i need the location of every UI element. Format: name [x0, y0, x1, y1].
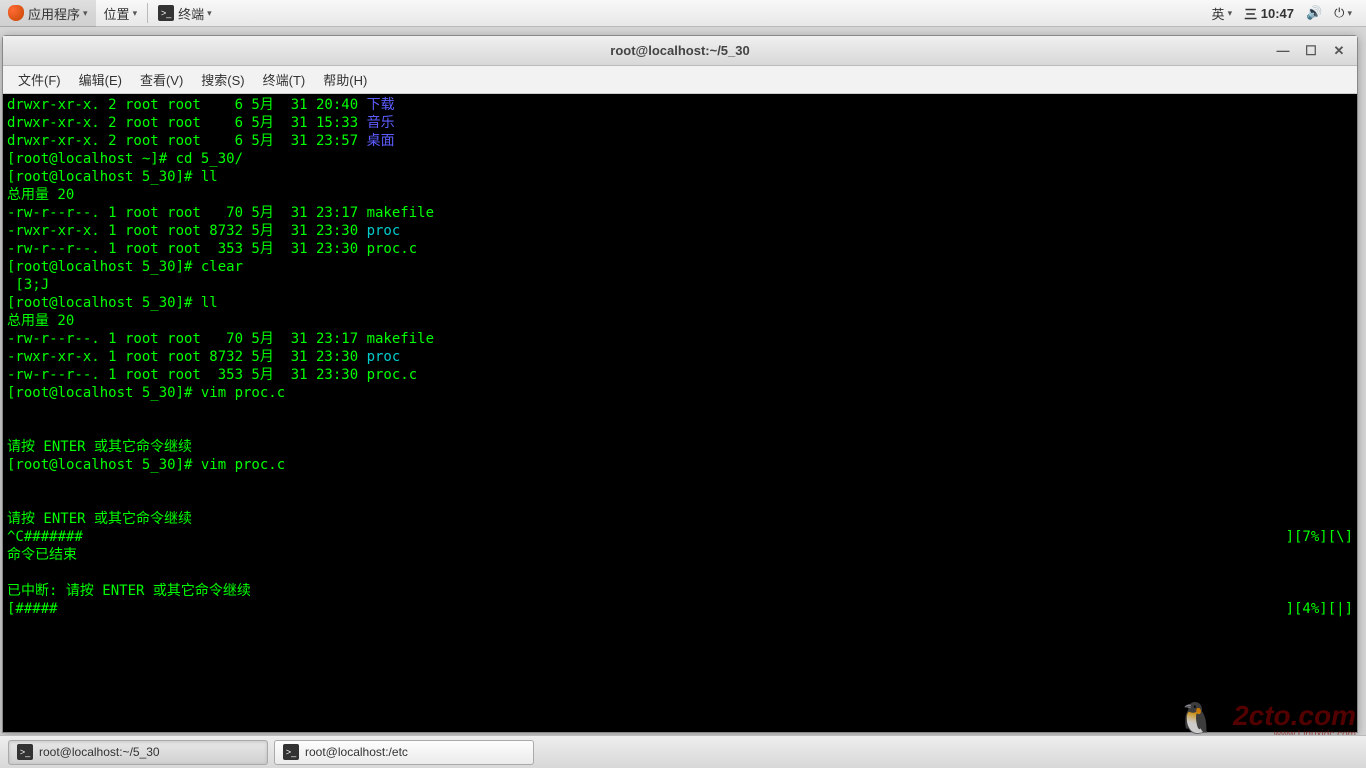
- progress-indicator: ][7%][\]: [1286, 528, 1353, 546]
- top-panel: 应用程序 ▾ 位置 ▾ >_ 终端 ▾ 英 ▾ 三 10:47 🔊 ⏻ ▾: [0, 0, 1366, 27]
- close-button[interactable]: ✕: [1325, 40, 1353, 62]
- panel-right-group: 英 ▾ 三 10:47 🔊 ⏻ ▾: [1206, 0, 1366, 27]
- terminal-line: -rw-r--r--. 1 root root 70 5月 31 23:17 m…: [7, 330, 1353, 348]
- chevron-down-icon: ▾: [133, 8, 138, 19]
- terminal-icon: >_: [283, 744, 299, 760]
- applications-label: 应用程序: [28, 4, 80, 23]
- terminal-launcher[interactable]: >_ 终端 ▾: [150, 0, 220, 27]
- terminal-line: -rw-r--r--. 1 root root 70 5月 31 23:17 m…: [7, 204, 1353, 222]
- menu-view[interactable]: 查看(V): [131, 66, 192, 94]
- chevron-down-icon: ▾: [207, 8, 212, 19]
- minimize-button[interactable]: —: [1269, 40, 1297, 62]
- terminal-line: 已中断: 请按 ENTER 或其它命令继续: [7, 582, 1353, 600]
- chevron-down-icon: ▾: [83, 8, 88, 19]
- window-controls: — ☐ ✕: [1269, 40, 1353, 62]
- terminal-line: drwxr-xr-x. 2 root root 6 5月 31 15:33 音乐: [7, 114, 1353, 132]
- terminal-line: [7, 492, 1353, 510]
- terminal-line: [root@localhost 5_30]# vim proc.c: [7, 456, 1353, 474]
- terminal-line: 总用量 20: [7, 186, 1353, 204]
- menubar: 文件(F) 编辑(E) 查看(V) 搜索(S) 终端(T) 帮助(H): [3, 66, 1357, 94]
- panel-separator: [147, 3, 148, 23]
- power-icon: ⏻: [1334, 5, 1344, 21]
- taskbar: >_ root@localhost:~/5_30 >_ root@localhost:…: [0, 735, 1366, 768]
- volume-icon: 🔊: [1306, 5, 1322, 21]
- terminal-line: ^C#######][7%][\]: [7, 528, 1353, 546]
- menu-search[interactable]: 搜索(S): [192, 66, 253, 94]
- terminal-window: root@localhost:~/5_30 — ☐ ✕ 文件(F) 编辑(E) …: [2, 35, 1358, 733]
- places-label: 位置: [104, 4, 130, 23]
- ime-label: 英: [1212, 4, 1225, 23]
- terminal-line: 总用量 20: [7, 312, 1353, 330]
- maximize-button[interactable]: ☐: [1297, 40, 1325, 62]
- terminal-line: [root@localhost 5_30]# clear: [7, 258, 1353, 276]
- clock[interactable]: 三 10:47: [1238, 0, 1300, 27]
- terminal-line: [3;J: [7, 276, 1353, 294]
- terminal-output[interactable]: drwxr-xr-x. 2 root root 6 5月 31 20:40 下载…: [3, 94, 1357, 732]
- panel-left-group: 应用程序 ▾ 位置 ▾ >_ 终端 ▾: [0, 0, 220, 27]
- terminal-line: [7, 564, 1353, 582]
- progress-indicator: ][4%][|]: [1286, 600, 1353, 618]
- places-menu[interactable]: 位置 ▾: [96, 0, 146, 27]
- menu-help[interactable]: 帮助(H): [314, 66, 376, 94]
- window-titlebar[interactable]: root@localhost:~/5_30 — ☐ ✕: [3, 36, 1357, 66]
- power-menu[interactable]: ⏻ ▾: [1328, 0, 1358, 27]
- chevron-down-icon: ▾: [1347, 8, 1352, 19]
- terminal-line: [root@localhost 5_30]# ll: [7, 168, 1353, 186]
- gnome-foot-icon: [8, 5, 24, 21]
- chevron-down-icon: ▾: [1228, 8, 1233, 19]
- menu-terminal[interactable]: 终端(T): [254, 66, 315, 94]
- terminal-launcher-label: 终端: [178, 4, 204, 23]
- terminal-line: -rwxr-xr-x. 1 root root 8732 5月 31 23:30…: [7, 348, 1353, 366]
- terminal-line: [root@localhost ~]# cd 5_30/: [7, 150, 1353, 168]
- clock-time: 10:47: [1261, 6, 1294, 21]
- terminal-line: drwxr-xr-x. 2 root root 6 5月 31 23:57 桌面: [7, 132, 1353, 150]
- taskbar-button-label: root@localhost:~/5_30: [39, 745, 160, 759]
- taskbar-button-label: root@localhost:/etc: [305, 745, 408, 759]
- window-title: root@localhost:~/5_30: [610, 43, 749, 58]
- clock-day: 三: [1244, 4, 1257, 23]
- terminal-line: 请按 ENTER 或其它命令继续: [7, 438, 1353, 456]
- terminal-line: [root@localhost 5_30]# ll: [7, 294, 1353, 312]
- terminal-line: -rw-r--r--. 1 root root 353 5月 31 23:30 …: [7, 366, 1353, 384]
- terminal-line: [7, 420, 1353, 438]
- terminal-icon: >_: [158, 5, 174, 21]
- terminal-line: 命令已结束: [7, 546, 1353, 564]
- menu-edit[interactable]: 编辑(E): [70, 66, 131, 94]
- terminal-line: drwxr-xr-x. 2 root root 6 5月 31 20:40 下载: [7, 96, 1353, 114]
- terminal-line: [7, 474, 1353, 492]
- volume-indicator[interactable]: 🔊: [1300, 0, 1328, 27]
- menu-file[interactable]: 文件(F): [9, 66, 70, 94]
- terminal-line: -rw-r--r--. 1 root root 353 5月 31 23:30 …: [7, 240, 1353, 258]
- applications-menu[interactable]: 应用程序 ▾: [0, 0, 96, 27]
- terminal-icon: >_: [17, 744, 33, 760]
- terminal-line: [#####][4%][|]: [7, 600, 1353, 618]
- ime-indicator[interactable]: 英 ▾: [1206, 0, 1239, 27]
- terminal-line: -rwxr-xr-x. 1 root root 8732 5月 31 23:30…: [7, 222, 1353, 240]
- terminal-line: [7, 402, 1353, 420]
- terminal-line: 请按 ENTER 或其它命令继续: [7, 510, 1353, 528]
- taskbar-button[interactable]: >_ root@localhost:~/5_30: [8, 740, 268, 765]
- taskbar-button[interactable]: >_ root@localhost:/etc: [274, 740, 534, 765]
- terminal-line: [root@localhost 5_30]# vim proc.c: [7, 384, 1353, 402]
